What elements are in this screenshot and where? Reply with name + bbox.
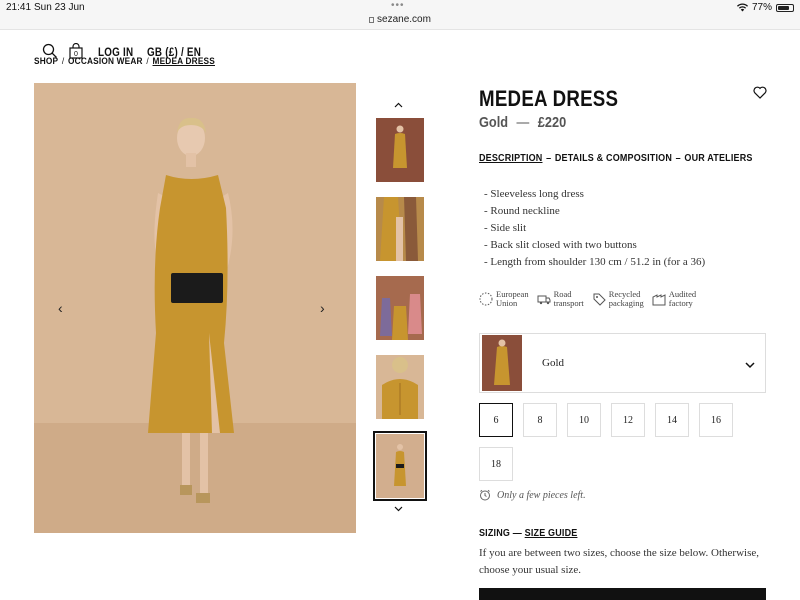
product-price: £220 bbox=[537, 114, 567, 131]
size-option[interactable]: 18 bbox=[479, 447, 513, 481]
tag-icon bbox=[593, 293, 606, 306]
badge-line: factory bbox=[668, 298, 693, 308]
status-date: Sun 23 Jun bbox=[34, 2, 85, 13]
description-item: - Side slit bbox=[484, 222, 527, 234]
thumbnail-5-active[interactable] bbox=[373, 431, 427, 501]
alarm-clock-icon bbox=[480, 489, 490, 501]
price-separator: — bbox=[516, 114, 530, 131]
address-bar[interactable]: sezane.com bbox=[0, 14, 800, 25]
browser-status-bar: 21:41 Sun 23 Jun ••• sezane.com 77% bbox=[0, 0, 800, 30]
description-item: - Back slit closed with two buttons bbox=[484, 239, 637, 251]
color-swatch-thumbnail bbox=[482, 335, 522, 391]
add-to-basket-button[interactable] bbox=[479, 588, 766, 600]
description-item: - Round neckline bbox=[484, 205, 560, 217]
product-color: Gold bbox=[479, 114, 509, 131]
sizing-separator: — bbox=[512, 528, 522, 539]
thumbnail-3[interactable] bbox=[376, 276, 424, 340]
color-dropdown[interactable]: Gold bbox=[479, 333, 766, 393]
color-dropdown-value: Gold bbox=[542, 357, 564, 369]
sizing-advice: If you are between two sizes, choose the… bbox=[479, 547, 759, 576]
breadcrumb-separator: / bbox=[146, 56, 149, 66]
breadcrumb-separator: / bbox=[61, 56, 65, 66]
battery-percent: 77% bbox=[751, 2, 772, 13]
gallery-next-arrow-icon[interactable]: › bbox=[320, 300, 325, 316]
gallery-prev-arrow-icon[interactable]: ‹ bbox=[58, 300, 63, 316]
status-right: 77% bbox=[736, 2, 794, 13]
size-option[interactable]: 14 bbox=[655, 403, 689, 437]
lock-icon bbox=[369, 17, 375, 23]
thumbnail-1[interactable] bbox=[376, 118, 424, 182]
badge-line: transport bbox=[553, 298, 584, 308]
tab-separator: – bbox=[675, 153, 681, 164]
thumbnail-4[interactable] bbox=[376, 355, 424, 419]
size-option[interactable]: 12 bbox=[611, 403, 645, 437]
badge-european-union: European Union bbox=[479, 290, 529, 308]
tab-description[interactable]: DESCRIPTION bbox=[479, 153, 542, 164]
product-title: MEDEA DRESS bbox=[479, 86, 619, 111]
model-photo bbox=[34, 83, 356, 533]
breadcrumb-occasion-wear[interactable]: OCCASION WEAR bbox=[68, 56, 143, 66]
description-list: - Sleeveless long dress - Round neckline… bbox=[484, 186, 705, 271]
badge-road-transport: Road transport bbox=[537, 290, 584, 308]
thumbnail-up-chevron-icon[interactable] bbox=[394, 99, 403, 111]
description-item: - Length from shoulder 130 cm / 51.2 in … bbox=[484, 256, 706, 268]
factory-icon bbox=[652, 294, 666, 306]
thumbnail-down-chevron-icon[interactable] bbox=[394, 503, 403, 515]
color-price-line: Gold — £220 bbox=[479, 114, 566, 131]
badge-audited-factory: Audited factory bbox=[652, 290, 696, 308]
badge-line: Union bbox=[496, 298, 518, 308]
size-option-selected[interactable]: 6 bbox=[479, 403, 513, 437]
battery-icon bbox=[776, 3, 794, 12]
info-tabs: DESCRIPTION – DETAILS & COMPOSITION – OU… bbox=[479, 153, 753, 164]
tab-our-ateliers[interactable]: OUR ATELIERS bbox=[684, 153, 752, 164]
wishlist-heart-icon[interactable] bbox=[753, 86, 767, 104]
description-item: - Sleeveless long dress bbox=[484, 188, 584, 200]
breadcrumb-current[interactable]: MEDEA DRESS bbox=[153, 56, 215, 66]
size-option[interactable]: 16 bbox=[699, 403, 733, 437]
sizing-heading: SIZING — SIZE GUIDE bbox=[479, 528, 577, 539]
chevron-down-icon bbox=[745, 356, 755, 374]
stock-message: Only a few pieces left. bbox=[497, 489, 586, 501]
status-time: 21:41 bbox=[6, 2, 32, 13]
sustainability-badges: European Union Road transport Recycled pack… bbox=[479, 290, 696, 308]
badge-recycled-packaging: Recycled packaging bbox=[592, 290, 644, 308]
tab-details-composition[interactable]: DETAILS & COMPOSITION bbox=[555, 153, 672, 164]
badge-line: packaging bbox=[608, 298, 644, 308]
size-selector: 6 8 10 12 14 16 18 bbox=[479, 403, 769, 481]
more-dots-icon[interactable]: ••• bbox=[391, 0, 405, 11]
eu-stars-icon bbox=[479, 292, 493, 306]
sizing-label: SIZING bbox=[479, 528, 511, 539]
truck-icon bbox=[537, 295, 551, 305]
thumbnail-2[interactable] bbox=[376, 197, 424, 261]
breadcrumb: SHOP / OCCASION WEAR / MEDEA DRESS bbox=[34, 56, 215, 66]
size-guide-link[interactable]: SIZE GUIDE bbox=[525, 528, 578, 539]
size-option[interactable]: 8 bbox=[523, 403, 557, 437]
main-product-image[interactable] bbox=[34, 83, 356, 533]
url-text: sezane.com bbox=[377, 14, 431, 25]
stock-notice: Only a few pieces left. bbox=[479, 489, 586, 501]
tab-separator: – bbox=[546, 153, 552, 164]
breadcrumb-shop[interactable]: SHOP bbox=[34, 56, 58, 66]
wifi-icon bbox=[736, 3, 748, 12]
size-option[interactable]: 10 bbox=[567, 403, 601, 437]
